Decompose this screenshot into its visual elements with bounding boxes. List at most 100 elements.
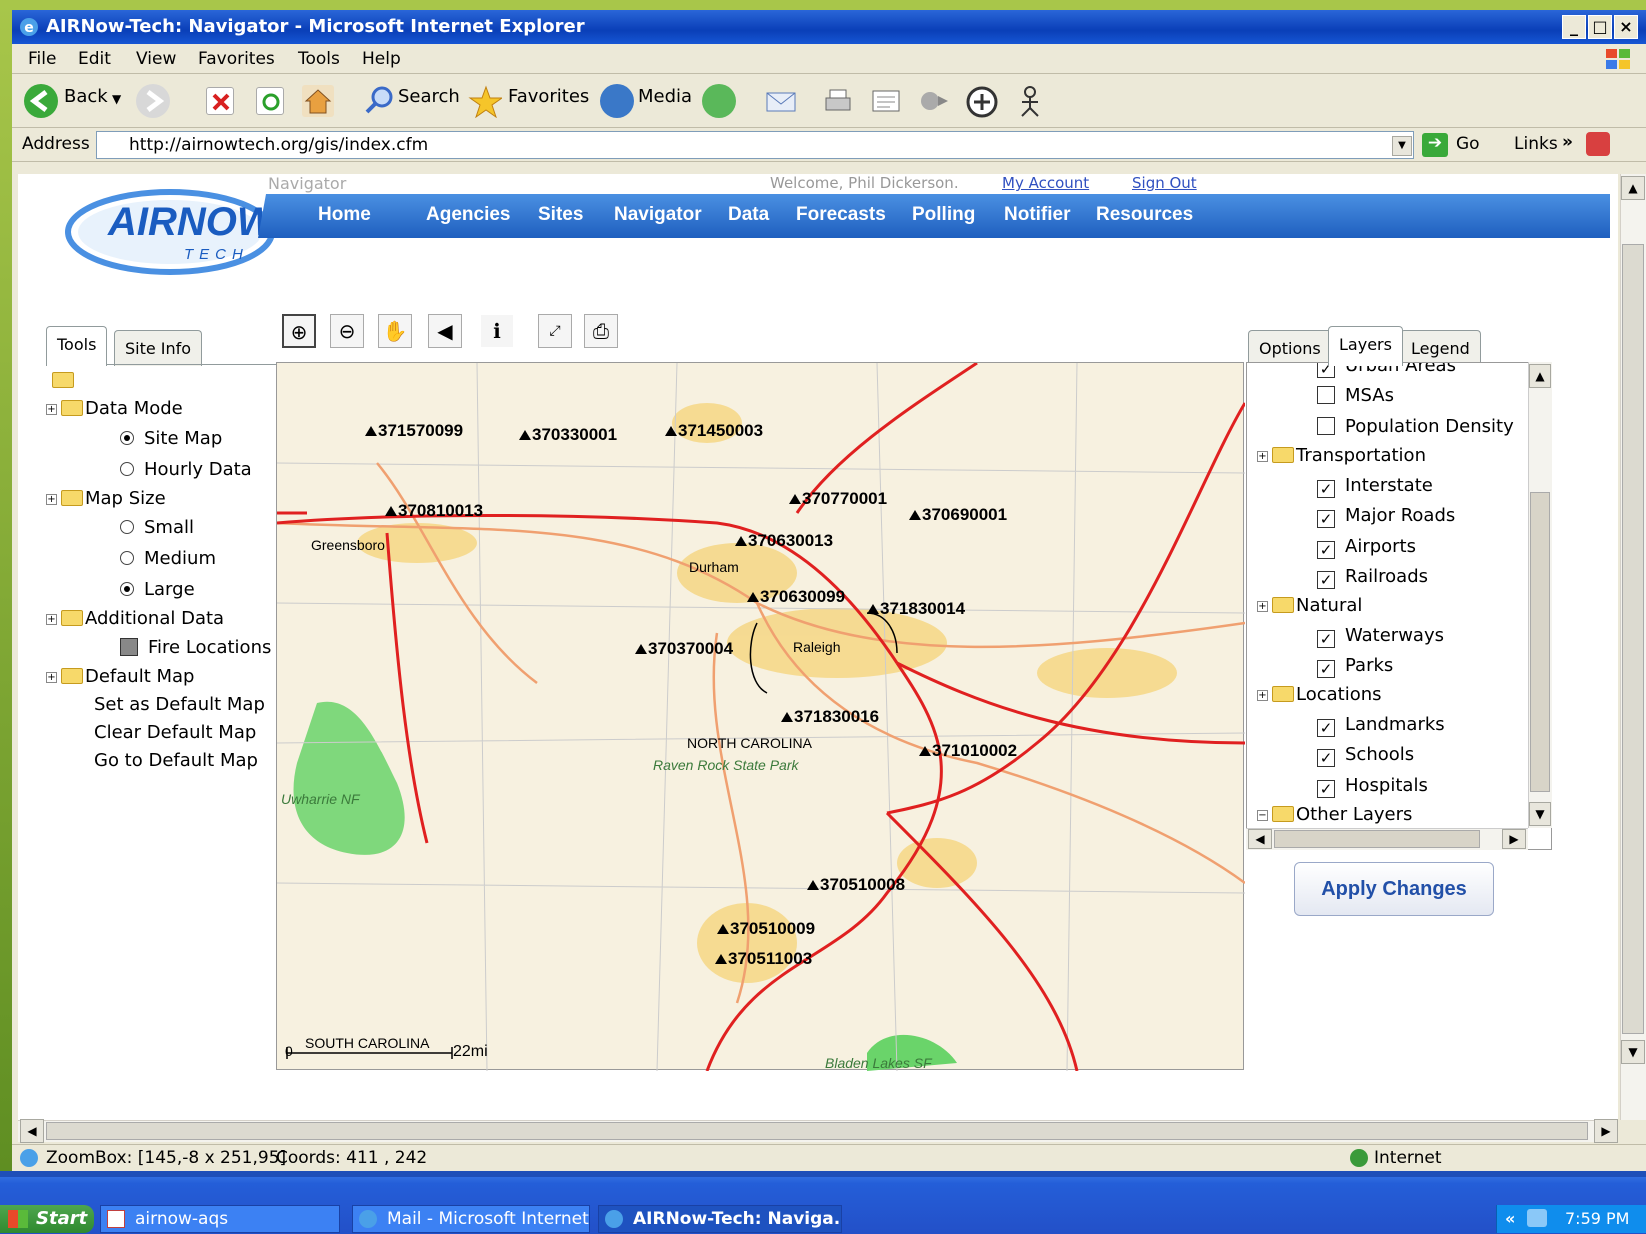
site-marker[interactable]: 370690001 <box>909 505 1007 525</box>
address-dropdown-icon[interactable]: ▼ <box>1392 136 1412 156</box>
menu-favorites[interactable]: Favorites <box>198 49 275 69</box>
scroll-right-icon[interactable]: ▶ <box>1594 1119 1618 1143</box>
checkbox-icon[interactable]: ✓ <box>1317 749 1335 767</box>
checkbox-icon[interactable]: ✓ <box>1317 510 1335 528</box>
layer-group-transportation[interactable]: + Transportation <box>1257 445 1426 466</box>
layer-group-natural[interactable]: + Natural <box>1257 595 1362 616</box>
discuss-icon[interactable] <box>916 84 950 118</box>
scroll-thumb[interactable] <box>46 1122 1588 1140</box>
expand-icon[interactable]: + <box>46 404 57 415</box>
checkbox-icon[interactable]: ✓ <box>1317 630 1335 648</box>
scroll-thumb[interactable] <box>1274 830 1480 848</box>
layer-population-density[interactable]: Population Density <box>1317 416 1514 437</box>
expand-icon[interactable]: + <box>46 494 57 505</box>
search-button[interactable]: Search <box>398 86 460 107</box>
tab-tools[interactable]: Tools <box>46 326 108 366</box>
scroll-right-icon[interactable]: ▶ <box>1502 829 1526 849</box>
favorites-star-icon[interactable] <box>468 84 502 118</box>
site-marker[interactable]: 370330001 <box>519 425 617 445</box>
zoom-out-icon[interactable]: ⊖ <box>330 314 364 348</box>
layer-waterways[interactable]: ✓ Waterways <box>1317 625 1444 648</box>
close-button[interactable]: × <box>1614 15 1638 39</box>
title-bar[interactable]: e AIRNow-Tech: Navigator - Microsoft Int… <box>12 10 1646 44</box>
layer-parks[interactable]: ✓ Parks <box>1317 655 1393 678</box>
clear-default-map-link[interactable]: Clear Default Map <box>94 722 256 743</box>
media-icon[interactable] <box>600 84 634 118</box>
airnow-tech-logo[interactable]: AIRNOW TECH <box>64 186 276 276</box>
tree-data-mode[interactable]: + Data Mode <box>46 398 183 419</box>
site-marker[interactable]: 371010002 <box>919 741 1017 761</box>
menu-help[interactable]: Help <box>362 49 401 69</box>
tree-map-size[interactable]: + Map Size <box>46 488 166 509</box>
scroll-thumb[interactable] <box>1530 492 1550 792</box>
go-arrow-icon[interactable]: ➔ <box>1422 133 1448 157</box>
minimize-button[interactable]: _ <box>1562 15 1586 39</box>
layer-interstate[interactable]: ✓ Interstate <box>1317 475 1433 498</box>
tab-layers[interactable]: Layers <box>1328 326 1403 366</box>
stop-icon[interactable] <box>206 87 234 115</box>
back-extent-icon[interactable]: ◀ <box>428 314 462 348</box>
scroll-up-icon[interactable]: ▲ <box>1621 176 1645 200</box>
site-marker[interactable]: 371450003 <box>665 421 763 441</box>
site-marker[interactable]: 370510008 <box>807 875 905 895</box>
taskbar-item-airnow-aqs[interactable]: airnow-aqs <box>100 1205 340 1233</box>
my-account-link[interactable]: My Account <box>1002 174 1089 192</box>
menu-view[interactable]: View <box>136 49 176 69</box>
refresh-icon[interactable] <box>256 87 284 115</box>
links-button[interactable]: Links <box>1514 134 1558 154</box>
radio-small[interactable]: Small <box>120 517 194 538</box>
menu-file[interactable]: File <box>28 49 56 69</box>
history-icon[interactable] <box>702 84 736 118</box>
layer-landmarks[interactable]: ✓ Landmarks <box>1317 714 1445 737</box>
checkbox-icon[interactable]: ✓ <box>1317 571 1335 589</box>
tab-site-info[interactable]: Site Info <box>114 330 203 366</box>
menu-tools[interactable]: Tools <box>298 49 340 69</box>
expand-icon[interactable]: + <box>1257 451 1268 462</box>
pan-hand-icon[interactable]: ✋ <box>378 314 412 348</box>
radio-icon[interactable] <box>120 431 134 445</box>
links-chevron-icon[interactable]: » <box>1562 132 1573 152</box>
aim-icon[interactable] <box>1012 84 1046 118</box>
maximize-button[interactable]: □ <box>1588 15 1612 39</box>
zoom-in-icon[interactable]: ⊕ <box>282 314 316 348</box>
network-icon[interactable] <box>1527 1209 1547 1227</box>
checkbox-icon[interactable] <box>1317 386 1335 404</box>
back-icon[interactable] <box>24 84 58 118</box>
scroll-up-icon[interactable]: ▲ <box>1529 364 1551 388</box>
set-default-map-link[interactable]: Set as Default Map <box>94 694 265 715</box>
site-marker[interactable]: 371830016 <box>781 707 879 727</box>
print-map-icon[interactable]: ⎙ <box>584 314 618 348</box>
site-marker[interactable]: 371570099 <box>365 421 463 441</box>
radio-icon[interactable] <box>120 520 134 534</box>
mail-icon[interactable] <box>764 84 798 118</box>
tree-default-map[interactable]: + Default Map <box>46 666 194 687</box>
radio-icon[interactable] <box>120 582 134 596</box>
radio-medium[interactable]: Medium <box>120 548 216 569</box>
back-dropdown-icon[interactable]: ▼ <box>112 92 121 106</box>
menu-edit[interactable]: Edit <box>78 49 111 69</box>
site-marker[interactable]: 370810013 <box>385 501 483 521</box>
checkbox-icon[interactable]: ✓ <box>1317 719 1335 737</box>
media-button[interactable]: Media <box>638 86 692 107</box>
scroll-down-icon[interactable]: ▼ <box>1621 1040 1645 1064</box>
back-button[interactable]: Back <box>64 86 108 107</box>
radio-site-map[interactable]: Site Map <box>120 428 222 449</box>
checkbox-icon[interactable]: ✓ <box>1317 541 1335 559</box>
nav-sites[interactable]: Sites <box>538 204 583 226</box>
checkbox-icon[interactable]: ✓ <box>1317 780 1335 798</box>
messenger-icon[interactable] <box>964 84 998 118</box>
radio-large[interactable]: Large <box>120 579 195 600</box>
radio-icon[interactable] <box>120 462 134 476</box>
checkbox-icon[interactable]: ✓ <box>1317 660 1335 678</box>
favorites-button[interactable]: Favorites <box>508 86 589 107</box>
site-marker[interactable]: 370511003 <box>715 949 812 969</box>
home-icon[interactable] <box>302 85 334 117</box>
page-horizontal-scrollbar[interactable]: ◀ ▶ <box>18 1119 1618 1143</box>
site-marker[interactable]: 371830014 <box>867 599 965 619</box>
sign-out-link[interactable]: Sign Out <box>1132 174 1197 192</box>
layers-vertical-scrollbar[interactable]: ▲ ▼ <box>1528 362 1552 828</box>
site-marker[interactable]: 370630099 <box>747 587 845 607</box>
checkbox-icon[interactable] <box>120 638 138 656</box>
nav-data[interactable]: Data <box>728 204 769 226</box>
apply-changes-button[interactable]: Apply Changes <box>1294 862 1494 916</box>
